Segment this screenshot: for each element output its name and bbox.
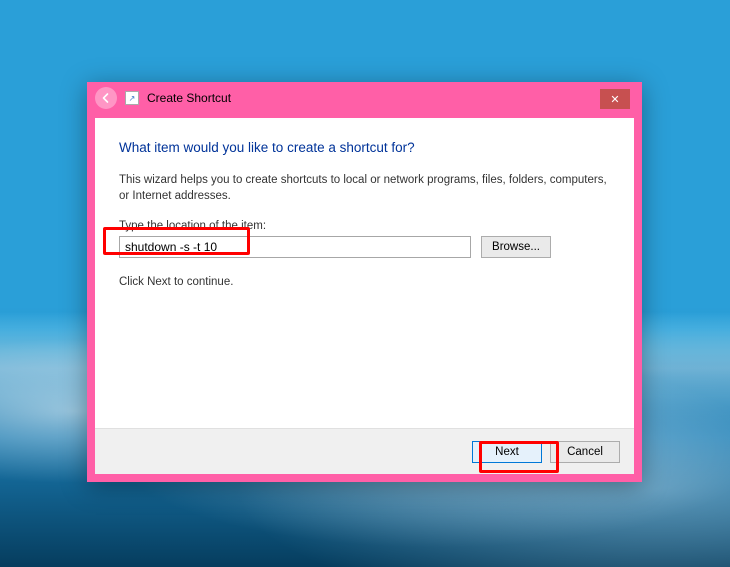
titlebar: ↗ Create Shortcut bbox=[87, 82, 642, 114]
create-shortcut-window: ↗ Create Shortcut ✕ What item would you … bbox=[87, 82, 642, 482]
back-button[interactable] bbox=[95, 87, 117, 109]
close-icon: ✕ bbox=[610, 93, 619, 106]
close-button[interactable]: ✕ bbox=[600, 89, 630, 109]
next-button[interactable]: Next bbox=[472, 441, 542, 463]
wizard-description: This wizard helps you to create shortcut… bbox=[119, 173, 610, 204]
wizard-heading: What item would you like to create a sho… bbox=[119, 140, 610, 155]
window-title: Create Shortcut bbox=[147, 91, 231, 105]
cancel-button[interactable]: Cancel bbox=[550, 441, 620, 463]
shortcut-icon: ↗ bbox=[125, 91, 139, 105]
location-input[interactable] bbox=[119, 236, 471, 258]
dialog-footer: Next Cancel bbox=[95, 428, 634, 474]
location-row: Browse... bbox=[119, 236, 610, 258]
arrow-left-icon bbox=[100, 92, 112, 104]
wizard-content: What item would you like to create a sho… bbox=[95, 118, 634, 288]
client-area: What item would you like to create a sho… bbox=[95, 118, 634, 474]
continue-text: Click Next to continue. bbox=[119, 276, 610, 288]
location-label: Type the location of the item: bbox=[119, 220, 610, 232]
browse-button[interactable]: Browse... bbox=[481, 236, 551, 258]
